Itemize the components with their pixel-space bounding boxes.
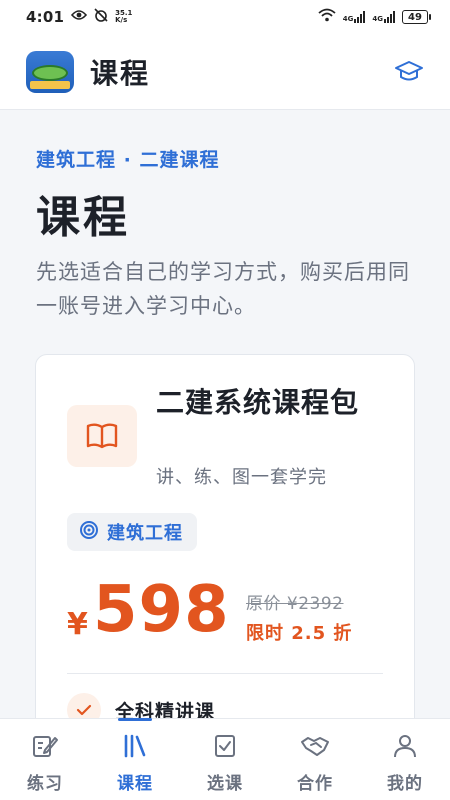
- nav-label-courses: 课程: [117, 774, 153, 794]
- book-icon: [67, 405, 137, 467]
- user-icon: [391, 733, 419, 763]
- network-speed: 35.1 K/s: [115, 10, 132, 24]
- nav-label-practice: 练习: [27, 774, 63, 794]
- price-value: 598: [93, 573, 230, 647]
- nav-item-practice[interactable]: 练习: [5, 733, 85, 794]
- stadium-logo-icon: [26, 50, 74, 93]
- status-time: 4:01: [26, 8, 65, 26]
- original-price: 原价 ¥2392: [246, 594, 344, 614]
- check-icon: [67, 693, 101, 718]
- divider: [67, 673, 383, 674]
- price-row: ¥ 598 原价 ¥2392 限时 2.5 折: [67, 573, 397, 647]
- feature-item: 全科精讲课: [67, 693, 215, 718]
- battery-level: 49: [408, 11, 422, 23]
- active-indicator: [118, 718, 152, 721]
- eye-icon: [71, 9, 88, 25]
- breadcrumb: 建筑工程 · 二建课程: [36, 149, 220, 171]
- page-description: 先选适合自己的学习方式，购买后用同一账号进入学习中心。: [36, 260, 410, 318]
- edit-note-icon: [31, 733, 59, 763]
- nav-item-courses[interactable]: 课程: [95, 718, 175, 794]
- target-icon: [79, 520, 99, 544]
- page-title: 课程: [36, 192, 130, 243]
- signal-1: 4G: [343, 11, 366, 23]
- header-title: 课程: [90, 56, 151, 90]
- main-content[interactable]: 建筑工程 · 二建课程 课程 先选适合自己的学习方式，购买后用同一账号进入学习中…: [0, 111, 450, 718]
- course-package-card[interactable]: 二建系统课程包 讲、练、图一套学完 建筑工程 ¥ 598 原价 ¥2392 限时…: [35, 354, 415, 718]
- battery-icon: 49: [402, 10, 431, 24]
- nav-label-profile: 我的: [387, 774, 423, 794]
- checkbox-icon: [211, 733, 239, 763]
- nav-label-cooperate: 合作: [297, 774, 333, 794]
- books-icon: [121, 733, 149, 763]
- graduation-cap-icon[interactable]: [394, 57, 424, 87]
- tag-label: 建筑工程: [107, 523, 183, 544]
- category-tag: 建筑工程: [67, 513, 197, 551]
- discount-label: 限时 2.5 折: [246, 623, 353, 644]
- currency-symbol: ¥: [67, 607, 88, 642]
- sim1-label: 4G: [342, 15, 354, 23]
- app-header: 课程: [0, 34, 450, 110]
- nav-item-select[interactable]: 选课: [185, 733, 265, 794]
- bottom-nav: 练习 课程 选课 合作 我的: [0, 718, 450, 800]
- signal-2: 4G: [372, 11, 395, 23]
- card-subtitle: 讲、练、图一套学完: [156, 467, 327, 488]
- nav-item-cooperate[interactable]: 合作: [275, 733, 355, 794]
- signal-bars-icon: [384, 11, 395, 23]
- wifi-icon: [318, 8, 336, 26]
- sim2-label: 4G: [372, 15, 383, 23]
- feature-label: 全科精讲课: [115, 700, 216, 719]
- nav-item-profile[interactable]: 我的: [365, 733, 445, 794]
- alarm-off-icon: [94, 8, 108, 26]
- signal-bars-icon: [354, 11, 366, 23]
- nav-label-select: 选课: [207, 774, 243, 794]
- card-title: 二建系统课程包: [156, 386, 360, 419]
- speed-unit: K/s: [115, 16, 128, 24]
- status-bar: 4:01 35.1 K/s 4G 4G 49: [0, 0, 450, 34]
- handshake-icon: [300, 733, 330, 763]
